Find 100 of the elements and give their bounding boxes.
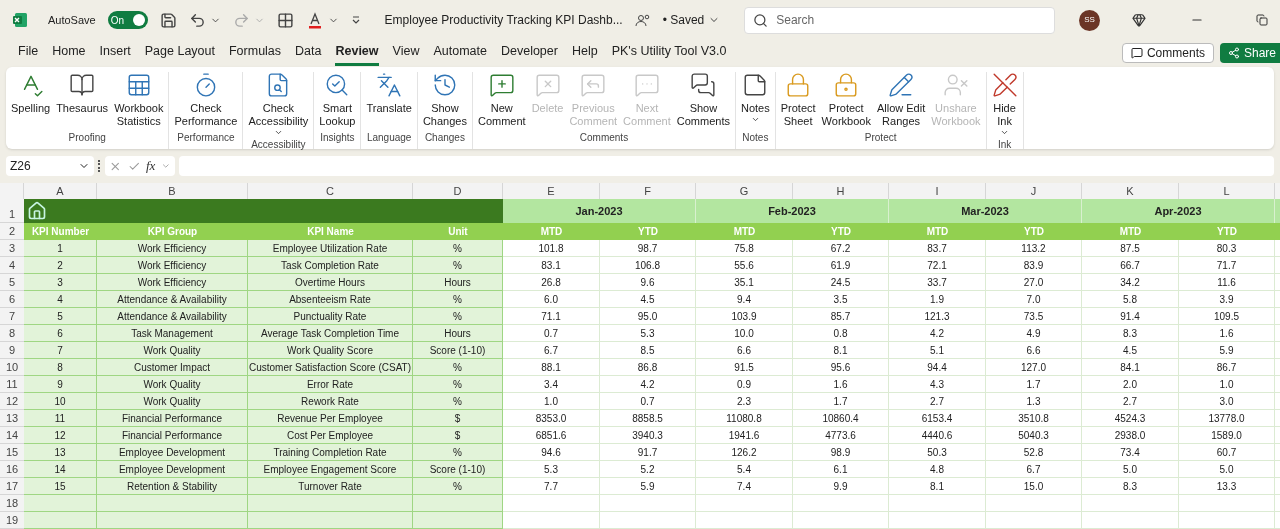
table-cell: Cost Per Employee	[248, 427, 413, 444]
table-cell: 91.5	[696, 359, 793, 376]
row-number[interactable]: 6	[0, 291, 24, 308]
row-number[interactable]: 15	[0, 444, 24, 461]
borders-icon[interactable]	[276, 11, 294, 29]
row-number[interactable]: 17	[0, 478, 24, 495]
row-number[interactable]: 7	[0, 308, 24, 325]
row-number[interactable]: 19	[0, 512, 24, 529]
table-cell: 11080.8	[696, 410, 793, 427]
ribbon-button[interactable]: Protect Workbook	[819, 72, 873, 130]
menu-tab[interactable]: File	[18, 40, 39, 66]
table-cell: 3510.8	[986, 410, 1082, 427]
table-cell: 106.8	[600, 257, 696, 274]
table-cell: 9.6	[600, 274, 696, 291]
ribbon-button[interactable]: Check Performance	[172, 72, 240, 130]
home-icon[interactable]	[27, 201, 47, 221]
table-cell: 14	[24, 461, 97, 478]
name-box[interactable]: Z26	[6, 156, 94, 176]
row-number[interactable]: 4	[0, 257, 24, 274]
row-number[interactable]: 8	[0, 325, 24, 342]
ribbon-button[interactable]: Notes	[739, 72, 772, 130]
table-cell: 33.7	[889, 274, 986, 291]
row-number[interactable]: 14	[0, 427, 24, 444]
ribbon-button[interactable]: Workbook Statistics	[112, 72, 166, 130]
table-cell: %	[413, 308, 503, 325]
table-cell: 83.7	[889, 240, 986, 257]
search-field[interactable]: Search	[744, 6, 1056, 34]
formula-field[interactable]	[179, 156, 1274, 176]
book-icon	[69, 72, 96, 98]
ribbon-button[interactable]: Thesaurus	[54, 72, 111, 130]
column-header: YTD	[986, 223, 1082, 240]
group-label: Proofing	[68, 131, 106, 145]
table-cell: 3.9	[1179, 291, 1275, 308]
row-number[interactable]: 5	[0, 274, 24, 291]
row-number[interactable]: 3	[0, 240, 24, 257]
row-number[interactable]: 9	[0, 342, 24, 359]
table-cell: 11	[24, 410, 97, 427]
avatar[interactable]: SS	[1079, 9, 1100, 31]
table-cell: 113.2	[986, 240, 1082, 257]
menu-tab[interactable]: Developer	[500, 40, 558, 66]
menu-tab[interactable]: PK's Utility Tool V3.0	[611, 40, 727, 66]
table-cell: 8.1	[793, 342, 889, 359]
ribbon-button[interactable]: Spelling	[9, 72, 53, 130]
table-cell: 66.7	[1082, 257, 1179, 274]
menu-tab[interactable]: Data	[295, 40, 322, 66]
table-cell: 9.9	[793, 478, 889, 495]
diamond-icon[interactable]	[1132, 13, 1146, 27]
table-cell: 26.8	[503, 274, 600, 291]
undo-icon[interactable]	[188, 11, 206, 29]
restore-icon[interactable]	[1256, 14, 1268, 26]
table-cell: 4524.3	[1082, 410, 1179, 427]
share-button[interactable]: Share	[1219, 43, 1280, 63]
table-cell: 3940.3	[600, 427, 696, 444]
menu-tab[interactable]: Page Layout	[144, 40, 215, 66]
table-cell: 71.1	[503, 308, 600, 325]
save-status[interactable]: • Saved	[662, 11, 705, 29]
ribbon-button[interactable]: Show Comments	[674, 72, 732, 130]
people-icon[interactable]	[634, 13, 651, 27]
row-number[interactable]: 16	[0, 461, 24, 478]
comments-button[interactable]: Comments	[1121, 43, 1214, 63]
table-cell: 1.7	[986, 376, 1082, 393]
table-cell: 4	[24, 291, 97, 308]
ribbon-button[interactable]: Allow Edit Ranges	[874, 72, 928, 130]
row-number[interactable]: 10	[0, 359, 24, 376]
comment-icon	[1130, 47, 1143, 59]
caret-icon[interactable]	[161, 161, 171, 171]
menu-tab[interactable]: View	[392, 40, 420, 66]
row-number[interactable]: 2	[0, 223, 24, 240]
search-input[interactable]: Search	[776, 11, 1047, 29]
table-cell: 4.2	[889, 325, 986, 342]
row-number[interactable]: 12	[0, 393, 24, 410]
row-number[interactable]: 13	[0, 410, 24, 427]
table-cell: 87.5	[1082, 240, 1179, 257]
autosave-toggle[interactable]: On	[107, 11, 148, 29]
group-label: Comments	[579, 131, 629, 145]
menu-tab[interactable]: Insert	[99, 40, 131, 66]
customize-icon[interactable]	[350, 15, 361, 25]
save-icon[interactable]	[159, 11, 177, 29]
ribbon-button[interactable]: Smart Lookup	[317, 72, 358, 130]
ribbon-button[interactable]: Protect Sheet	[778, 72, 818, 130]
redo-icon[interactable]	[232, 11, 250, 29]
column-header: KPI Number	[24, 223, 97, 240]
table-cell: Work Efficiency	[97, 274, 248, 291]
ribbon-button[interactable]: Hide Ink	[989, 72, 1020, 137]
menu-tab[interactable]: Home	[52, 40, 86, 66]
row-number[interactable]: 1	[0, 199, 24, 223]
menu-tab[interactable]: Automate	[433, 40, 487, 66]
ribbon-button[interactable]: Translate	[364, 72, 414, 130]
ribbon-button[interactable]: Show Changes	[420, 72, 469, 130]
table-cell: 3	[24, 274, 97, 291]
row-number[interactable]: 18	[0, 495, 24, 512]
ribbon-button[interactable]: New Comment	[475, 72, 528, 130]
row-number[interactable]: 11	[0, 376, 24, 393]
table-cell: Attendance & Availability	[97, 308, 248, 325]
table-cell: Employee Engagement Score	[248, 461, 413, 478]
insert-function-button[interactable]: fx	[146, 156, 156, 176]
ribbon-button[interactable]: Check Accessibility	[246, 72, 311, 137]
table-cell: Work Quality	[97, 376, 248, 393]
menu-tab[interactable]: Help	[571, 40, 598, 66]
menu-tab[interactable]: Formulas	[228, 40, 282, 66]
